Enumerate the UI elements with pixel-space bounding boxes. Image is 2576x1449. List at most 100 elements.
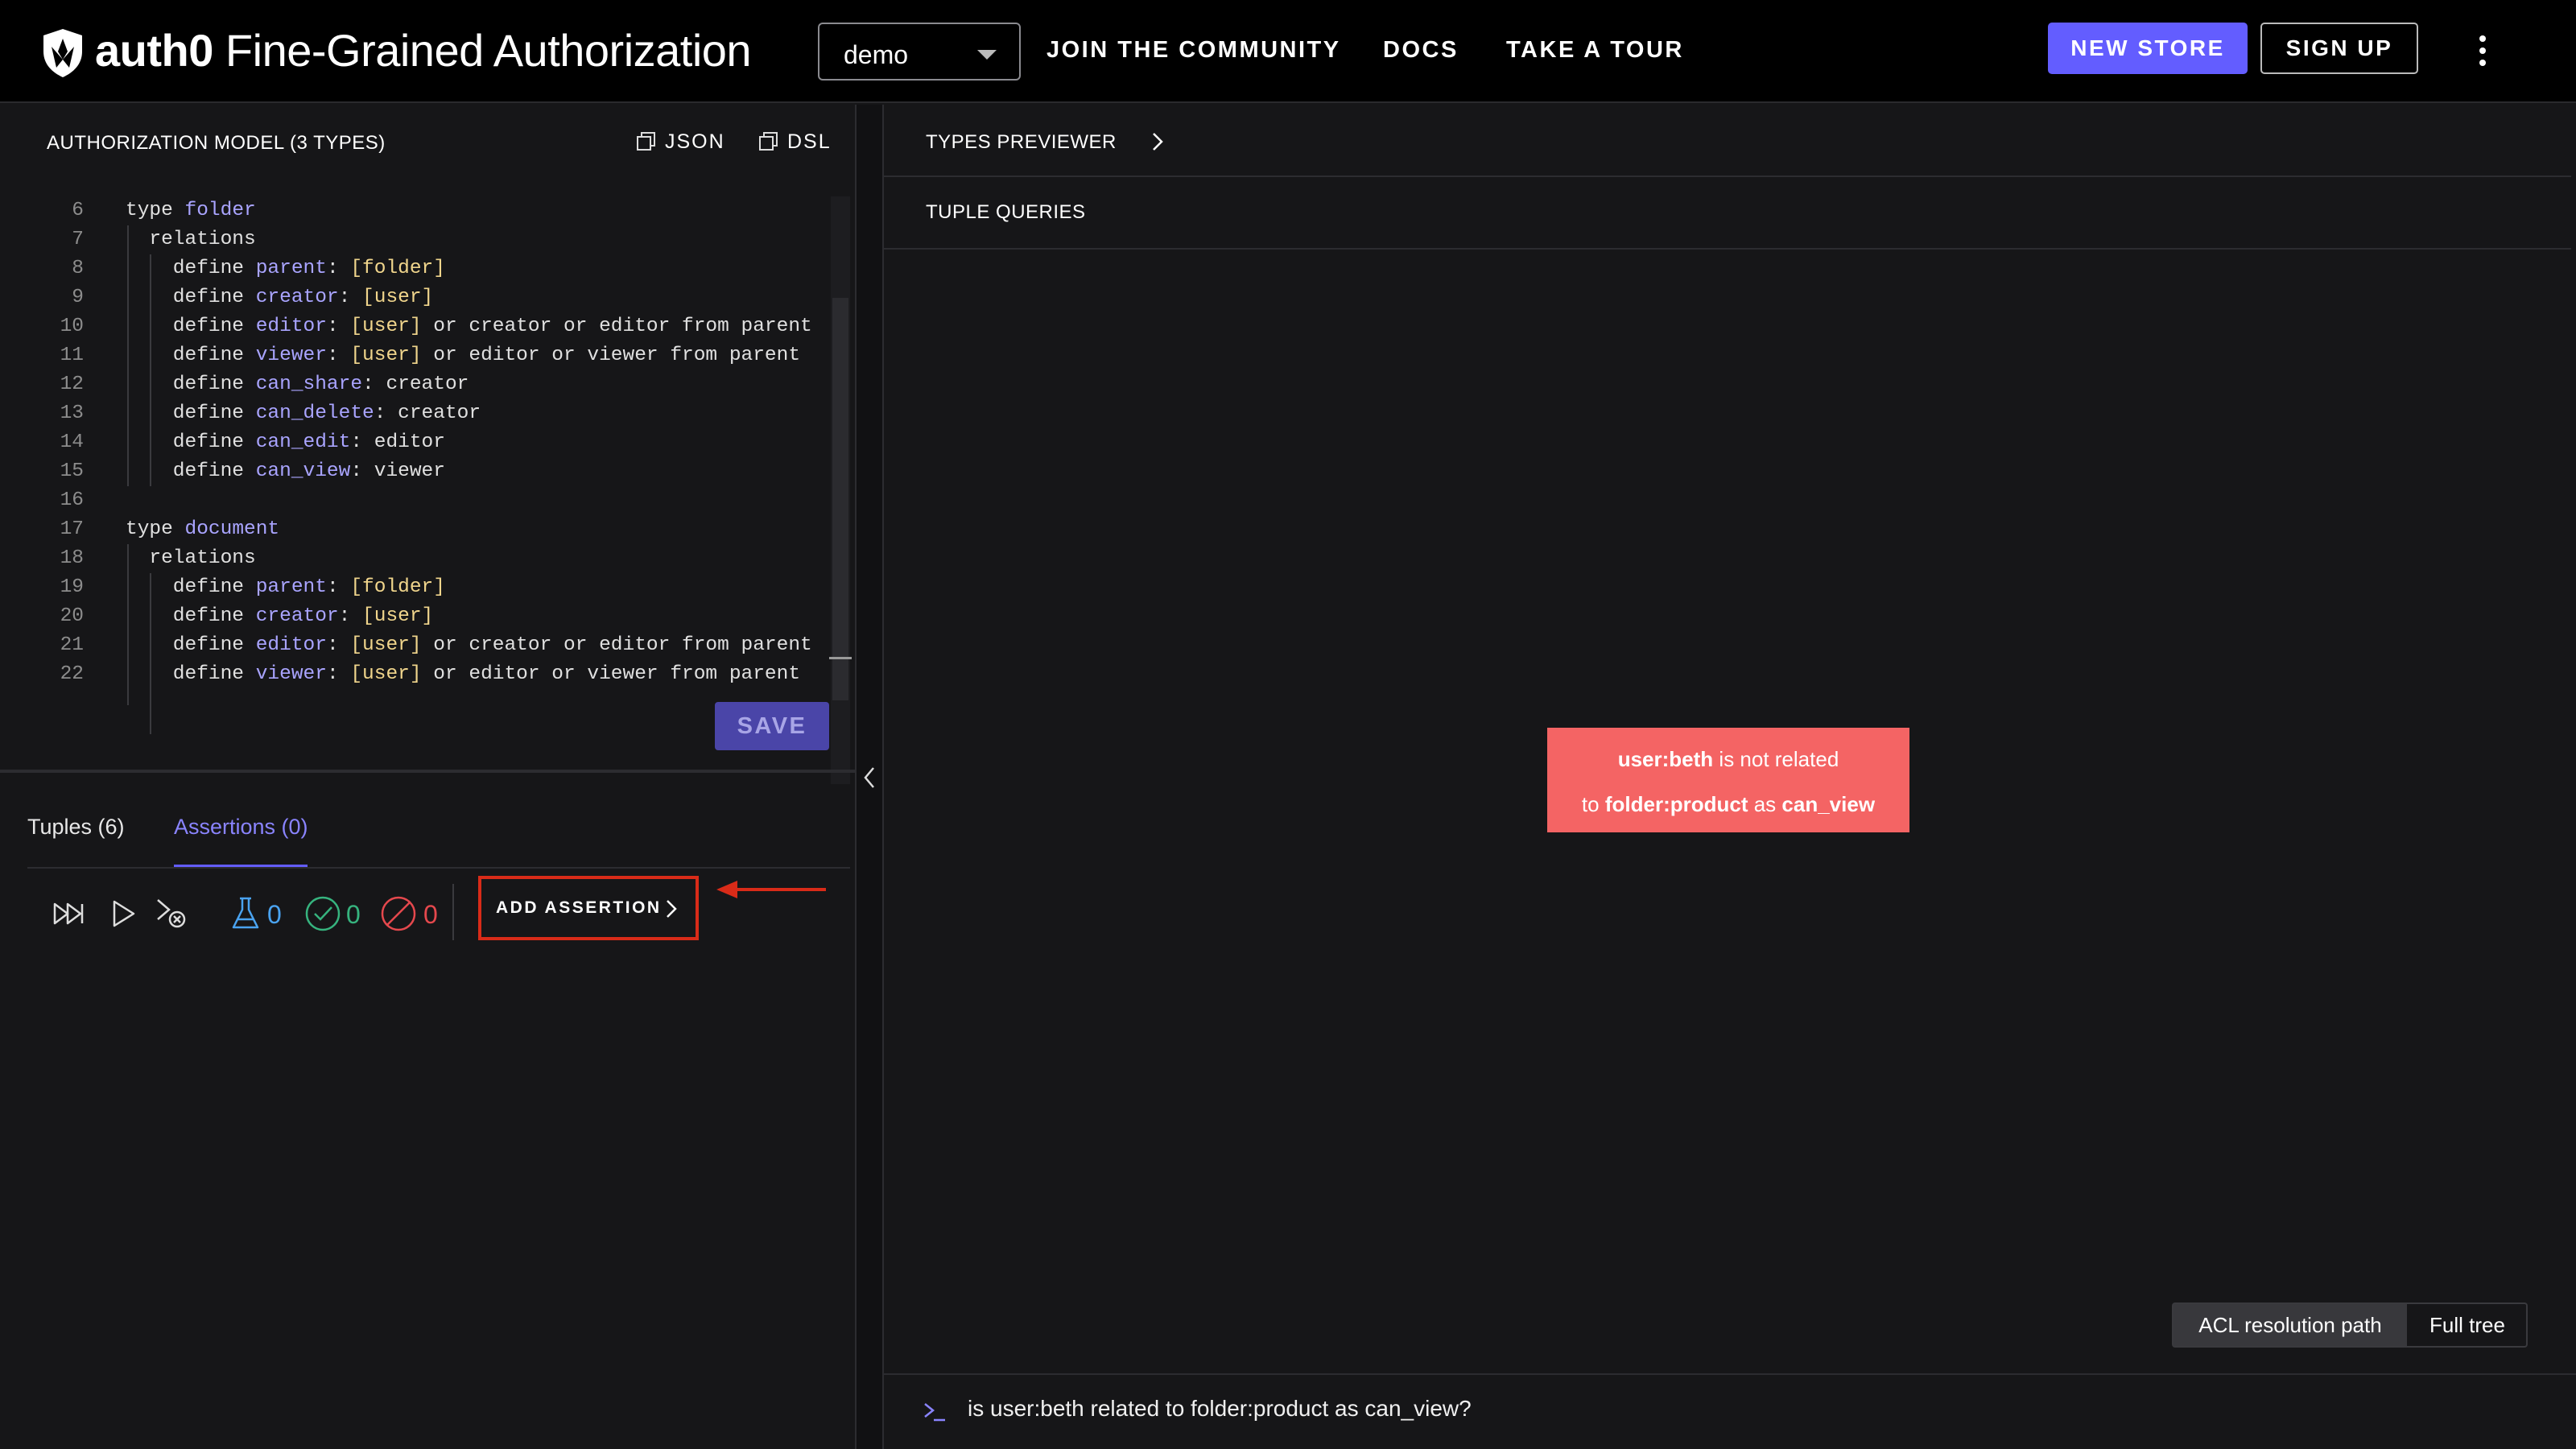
code-token: document [184,518,280,540]
store-select-dropdown[interactable]: demo [818,23,1021,80]
code-token: : [338,287,363,308]
code-line[interactable]: 7 relations [0,225,829,254]
copy-icon [759,132,778,151]
chevron-left-icon[interactable] [860,763,879,792]
nav-take-tour-link[interactable]: TAKE A TOUR [1506,37,1684,64]
copy-dsl-label: DSL [787,130,832,153]
full-tree-button[interactable]: Full tree [2407,1304,2528,1346]
code-token: can_delete [255,402,374,424]
line-number: 22 [60,663,84,685]
code-line[interactable]: 10 define editor: [user] or creator or ed… [0,312,829,341]
nav-docs-link[interactable]: DOCS [1383,37,1459,64]
code-text: relations [149,225,255,254]
model-editor-panel: AUTHORIZATION MODEL (3 TYPES) JSON DSL 6… [0,105,855,1449]
chevron-right-icon [667,900,677,918]
line-number: 14 [60,431,84,453]
model-title: AUTHORIZATION MODEL (3 TYPES) [47,132,386,154]
code-token: define [172,605,256,627]
clear-results-icon[interactable] [153,894,193,934]
copy-icon [637,132,655,151]
indent-guide [127,225,129,486]
code-line[interactable]: 8 define parent: [folder] [0,254,829,283]
chevron-right-icon [1153,133,1163,151]
code-token: can_share [255,374,363,395]
line-number: 13 [60,402,84,424]
code-token: : [326,634,351,656]
code-line[interactable]: 9 define creator: [user] [0,283,829,312]
code-line[interactable]: 15 define can_view: viewer [0,457,829,486]
indent-guide [127,544,129,705]
line-number: 18 [60,547,84,569]
code-token: or editor or viewer from parent [421,345,801,366]
save-model-button[interactable]: SAVE [715,702,829,750]
product-name: Fine-Grained Authorization [225,25,752,76]
line-number: 15 [60,460,84,482]
code-text: relations [149,544,255,573]
top-header: auth0 Fine-Grained Authorization demo JO… [0,0,2576,103]
code-token: or creator or editor from parent [421,316,812,337]
code-text: define creator: [user] [173,283,433,312]
code-token: : viewer [350,460,445,482]
code-token: define [172,576,256,598]
tab-assertions[interactable]: Assertions (0) [174,815,308,840]
copy-json-button[interactable]: JSON [636,130,725,154]
code-token: folder [184,200,256,221]
code-token: define [172,316,256,337]
editor-scrollbar-thumb[interactable] [832,298,848,700]
auth0-shield-logo-icon[interactable] [40,27,85,79]
code-text: define editor: [user] or creator or edit… [173,312,812,341]
tab-tuples[interactable]: Tuples (6) [27,815,125,840]
section-divider [884,175,2571,177]
code-line[interactable]: 18 relations [0,544,829,573]
code-line[interactable]: 13 define can_delete: creator [0,399,829,428]
line-number: 11 [60,345,84,366]
line-number: 12 [60,374,84,395]
copy-json-label: JSON [665,130,725,153]
sign-up-button[interactable]: SIGN UP [2260,23,2418,74]
acl-resolution-path-button[interactable]: ACL resolution path [2174,1304,2407,1346]
code-line[interactable]: 21 define editor: [user] or creator or ed… [0,631,829,660]
app-brand-title[interactable]: auth0 Fine-Grained Authorization [95,24,752,76]
annotation-arrow-icon [716,881,826,898]
types-previewer-toggle[interactable]: TYPES PREVIEWER [926,130,1166,154]
code-line[interactable]: 11 define viewer: [user] or editor or vie… [0,341,829,370]
result-not-related: is not related [1713,747,1839,771]
more-options-icon[interactable] [2473,32,2492,71]
line-number: 10 [60,316,84,337]
code-line[interactable]: 6 type folder [0,196,829,225]
result-object: folder:product [1604,792,1748,816]
code-token: parent [255,258,327,279]
code-line[interactable]: 16 [0,486,829,515]
new-store-button[interactable]: NEW STORE [2048,23,2248,74]
code-text: define parent: [folder] [173,573,445,602]
run-all-assertions-icon[interactable] [48,894,89,934]
query-result-badge: user:beth is not related to folder:produ… [1547,728,1909,832]
blocked-circle-icon [381,896,416,931]
code-line[interactable]: 22 define viewer: [user] or editor or vie… [0,660,829,689]
run-assertion-icon[interactable] [103,894,143,934]
add-assertion-button[interactable]: ADD ASSERTION [478,876,699,940]
line-number: 7 [72,229,84,250]
line-number: 6 [72,200,84,221]
total-assertions-count: 0 [267,900,282,929]
code-token: : [326,663,351,685]
code-token: define [172,374,256,395]
line-number: 21 [60,634,84,656]
code-token: : editor [350,431,445,453]
code-line[interactable]: 20 define creator: [user] [0,602,829,631]
code-line[interactable]: 17 type document [0,515,829,544]
query-input[interactable]: is user:beth related to folder:product a… [968,1396,2497,1422]
code-token: creator [255,287,339,308]
nav-join-community-link[interactable]: JOIN THE COMMUNITY [1046,37,1341,64]
panel-divider[interactable] [0,770,855,773]
code-text: define viewer: [user] or editor or viewe… [173,341,800,370]
code-line[interactable]: 12 define can_share: creator [0,370,829,399]
result-line-2: to folder:product as can_view [1547,792,1909,817]
copy-dsl-button[interactable]: DSL [758,130,832,154]
code-line[interactable]: 19 define parent: [folder] [0,573,829,602]
failed-assertions-count: 0 [423,900,438,929]
code-token: or creator or editor from parent [421,634,812,656]
code-token: viewer [255,663,327,685]
dsl-code-editor[interactable]: 6 type folder 7 relations 8 define parent: [f… [0,196,829,784]
code-line[interactable]: 14 define can_edit: editor [0,428,829,457]
